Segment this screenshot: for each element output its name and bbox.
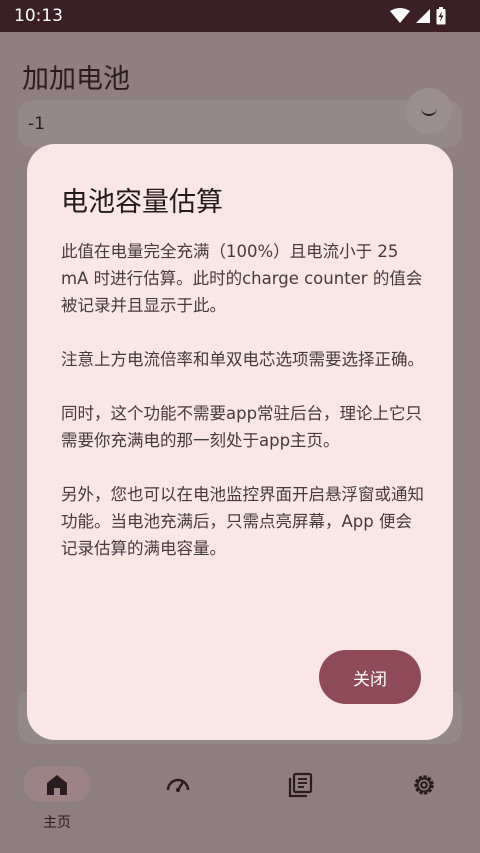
nav-item-settings[interactable] — [360, 758, 480, 853]
status-icons — [390, 7, 446, 25]
signal-icon — [416, 9, 430, 23]
close-button[interactable]: 关闭 — [319, 650, 421, 704]
nav-item-home[interactable]: 主页 — [0, 758, 120, 853]
gesture-bar — [0, 848, 480, 853]
home-icon — [47, 775, 67, 795]
library-icon — [288, 772, 313, 798]
dialog-body: 此值在电量完全充满（100%）且电流小于 25 mA 时进行估算。此时的char… — [61, 238, 425, 562]
battery-value-text: -1 — [28, 114, 45, 134]
dialog-paragraph: 注意上方电流倍率和单双电芯选项需要选择正确。 — [61, 350, 424, 369]
dialog-paragraph: 另外，您也可以在电池监控界面开启悬浮窗或通知功能。当电池充满后，只需点亮屏幕，A… — [61, 485, 424, 558]
app-title: 加加电池 — [22, 64, 130, 95]
mood-icon-button[interactable] — [406, 88, 452, 134]
status-time: 10:13 — [14, 6, 63, 26]
nav-item-records[interactable] — [240, 758, 360, 853]
speedometer-icon — [166, 778, 190, 792]
battery-capacity-dialog: 电池容量估算 此值在电量完全充满（100%）且电流小于 25 mA 时进行估算。… — [27, 144, 453, 740]
nav-item-monitor[interactable] — [120, 758, 240, 853]
dialog-paragraph: 同时，这个功能不需要app常驻后台，理论上它只需要你充满电的那一刻处于app主页… — [61, 404, 423, 450]
battery-info-card — [18, 100, 462, 148]
battery-charging-icon — [436, 7, 446, 25]
gear-icon — [414, 775, 434, 795]
dialog-paragraph: 此值在电量完全充满（100%）且电流小于 25 mA 时进行估算。此时的char… — [61, 242, 423, 315]
smile-icon — [421, 106, 437, 116]
wifi-icon — [390, 8, 410, 23]
nav-label-home: 主页 — [43, 815, 71, 831]
dialog-title: 电池容量估算 — [61, 187, 223, 218]
bottom-navigation: 主页 — [0, 758, 480, 853]
status-bar: 10:13 — [0, 0, 480, 32]
